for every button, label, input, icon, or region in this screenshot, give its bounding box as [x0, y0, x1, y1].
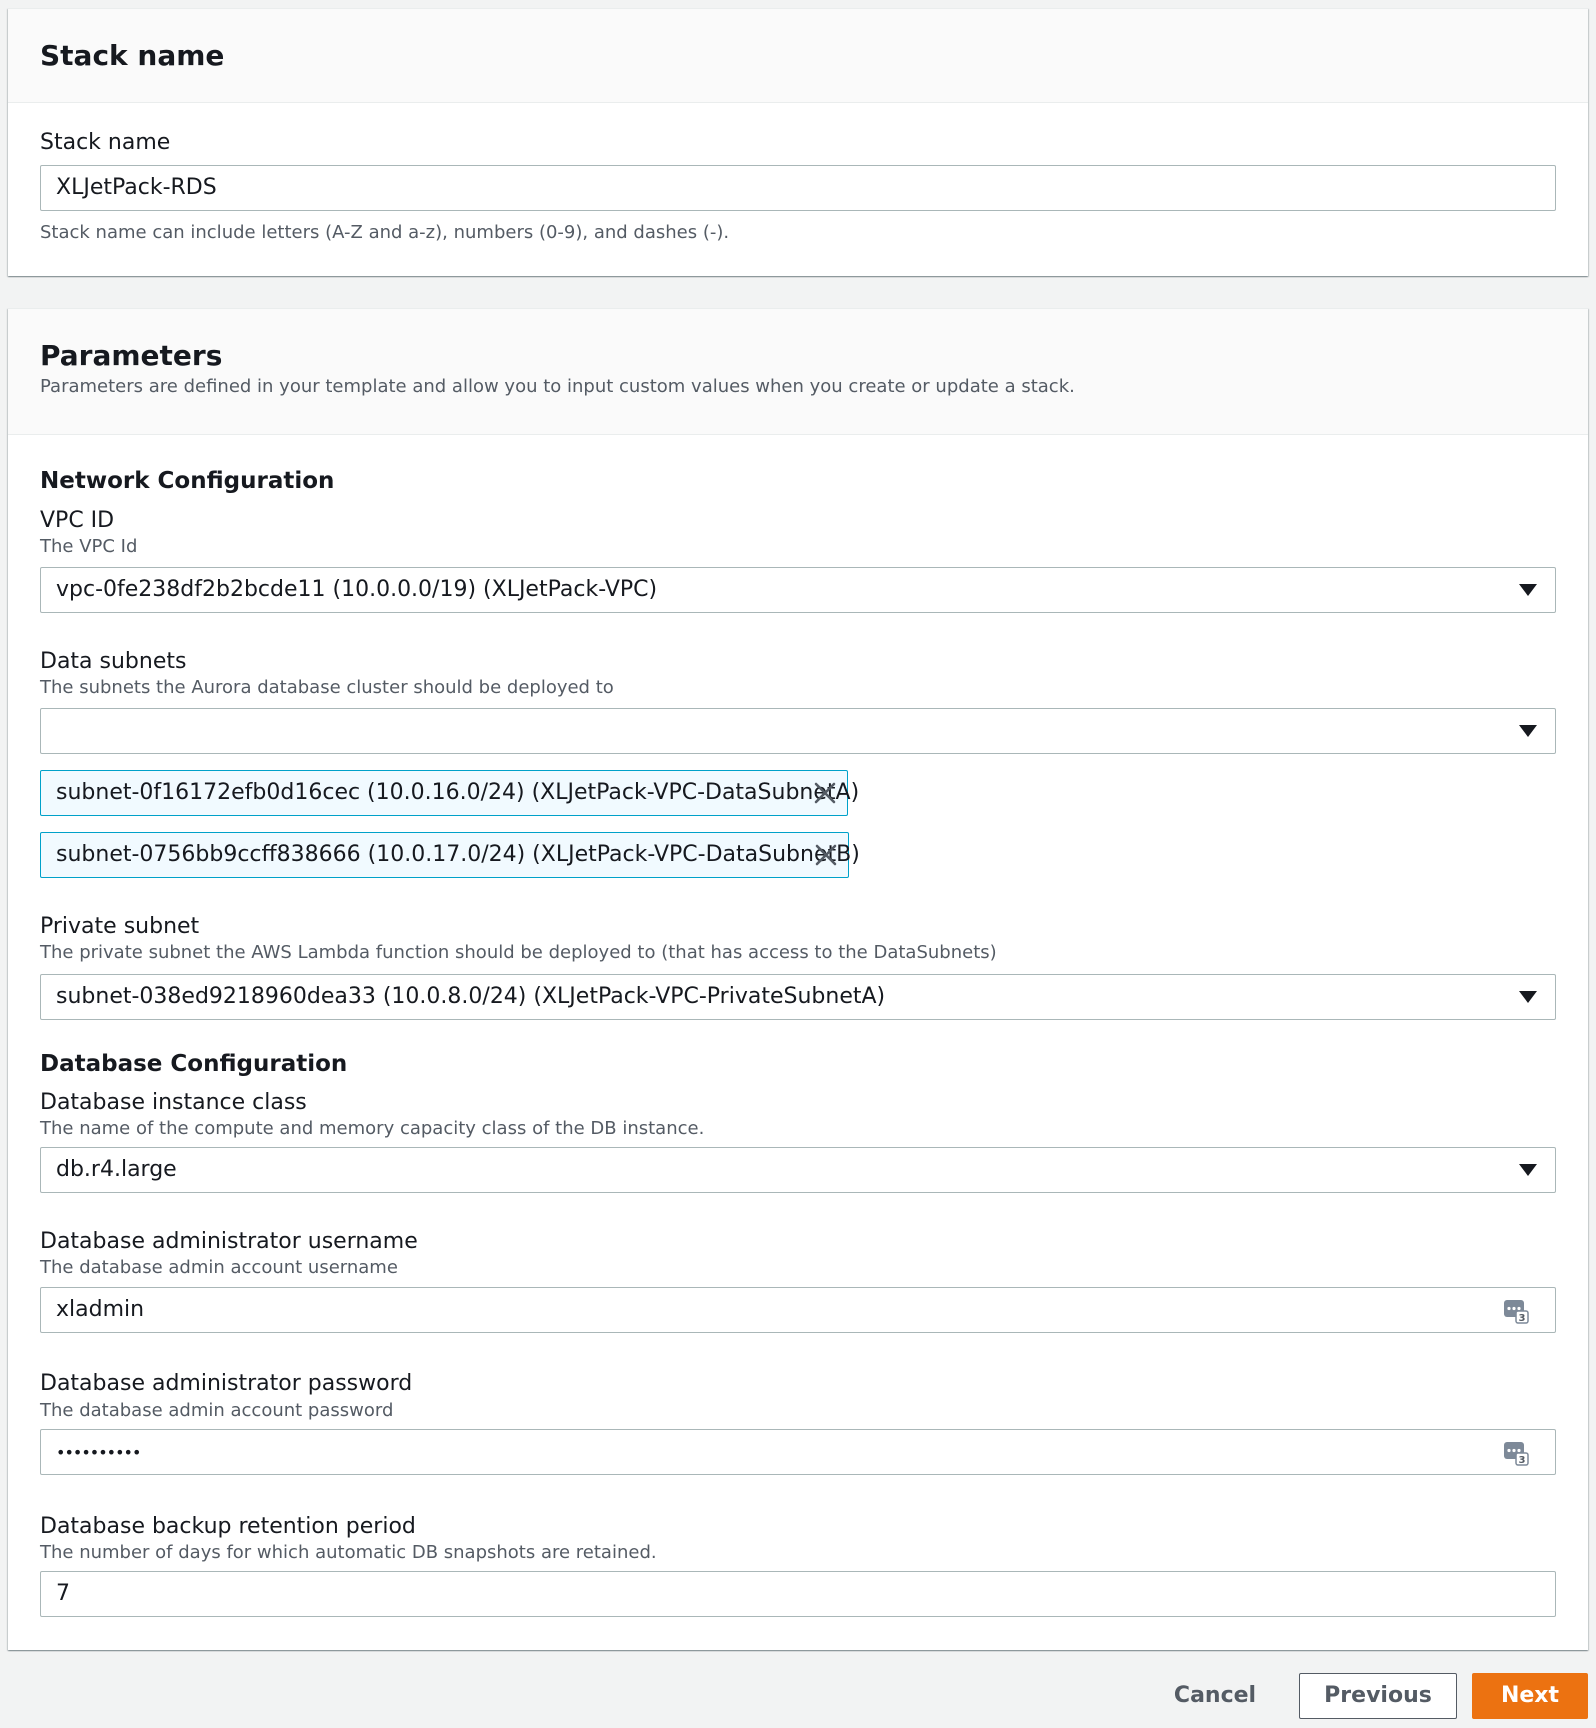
data-subnet-token: subnet-0756bb9ccff838666 (10.0.17.0/24) …: [40, 832, 860, 878]
parameters-panel-description: Parameters are defined in your template …: [40, 376, 1075, 397]
db-admin-password-value: ••••••••••: [56, 1443, 141, 1462]
svg-text:3: 3: [1519, 1455, 1526, 1466]
caret-down-icon: [1519, 584, 1537, 596]
caret-down-icon: [1519, 725, 1537, 737]
db-backup-retention-description: The number of days for which automatic D…: [40, 1542, 657, 1563]
db-admin-password-label: Database administrator password: [40, 1371, 413, 1396]
vpc-id-select-value: vpc-0fe238df2b2bcde11 (10.0.0.0/19) (XLJ…: [56, 577, 658, 602]
database-configuration-heading: Database Configuration: [40, 1051, 348, 1077]
db-admin-username-value: xladmin: [56, 1297, 145, 1322]
data-subnet-token-label: subnet-0756bb9ccff838666 (10.0.17.0/24) …: [56, 842, 860, 867]
parameters-panel-title: Parameters: [40, 339, 223, 372]
close-icon[interactable]: [813, 781, 837, 805]
password-manager-icon[interactable]: 3: [1503, 1298, 1529, 1324]
previous-button[interactable]: Previous: [1299, 1673, 1457, 1719]
parameters-panel-header: Parameters Parameters are defined in you…: [8, 309, 1588, 435]
db-admin-username-label: Database administrator username: [40, 1229, 418, 1254]
db-instance-class-description: The name of the compute and memory capac…: [40, 1118, 705, 1139]
db-backup-retention-label: Database backup retention period: [40, 1514, 416, 1539]
private-subnet-description: The private subnet the AWS Lambda functi…: [40, 942, 997, 963]
private-subnet-select[interactable]: subnet-038ed9218960dea33 (10.0.8.0/24) (…: [40, 974, 1556, 1020]
stack-name-panel: Stack name Stack name XLJetPack-RDS Stac…: [8, 8, 1588, 276]
data-subnet-token-label: subnet-0f16172efb0d16cec (10.0.16.0/24) …: [56, 780, 860, 805]
data-subnets-select[interactable]: [40, 708, 1556, 754]
db-admin-password-description: The database admin account password: [40, 1400, 394, 1421]
db-admin-username-description: The database admin account username: [40, 1257, 398, 1278]
stack-name-hint: Stack name can include letters (A-Z and …: [40, 222, 730, 243]
private-subnet-label: Private subnet: [40, 914, 200, 939]
db-admin-password-input[interactable]: •••••••••• 3: [40, 1429, 1556, 1475]
vpc-id-label: VPC ID: [40, 508, 115, 533]
cancel-button[interactable]: Cancel: [1160, 1673, 1270, 1719]
next-button[interactable]: Next: [1472, 1673, 1588, 1719]
data-subnets-label: Data subnets: [40, 649, 187, 674]
db-admin-username-input[interactable]: xladmin 3: [40, 1287, 1556, 1333]
vpc-id-select[interactable]: vpc-0fe238df2b2bcde11 (10.0.0.0/19) (XLJ…: [40, 567, 1556, 613]
caret-down-icon: [1519, 991, 1537, 1003]
stack-name-input[interactable]: XLJetPack-RDS: [40, 165, 1556, 211]
private-subnet-select-value: subnet-038ed9218960dea33 (10.0.8.0/24) (…: [56, 984, 886, 1009]
stack-name-panel-title: Stack name: [40, 39, 225, 72]
db-instance-class-select-value: db.r4.large: [56, 1157, 177, 1182]
stack-name-panel-header: Stack name: [8, 9, 1588, 103]
data-subnet-token: subnet-0f16172efb0d16cec (10.0.16.0/24) …: [40, 770, 859, 816]
db-backup-retention-input[interactable]: 7: [40, 1571, 1556, 1617]
vpc-id-description: The VPC Id: [40, 536, 138, 557]
caret-down-icon: [1519, 1164, 1537, 1176]
password-manager-icon[interactable]: 3: [1503, 1440, 1529, 1466]
stack-name-label: Stack name: [40, 130, 171, 155]
db-instance-class-label: Database instance class: [40, 1090, 307, 1115]
close-icon[interactable]: [814, 843, 838, 867]
data-subnets-description: The subnets the Aurora database cluster …: [40, 677, 614, 698]
db-instance-class-select[interactable]: db.r4.large: [40, 1147, 1556, 1193]
svg-text:3: 3: [1519, 1313, 1526, 1324]
parameters-panel: Parameters Parameters are defined in you…: [8, 308, 1588, 1650]
network-configuration-heading: Network Configuration: [40, 468, 335, 494]
